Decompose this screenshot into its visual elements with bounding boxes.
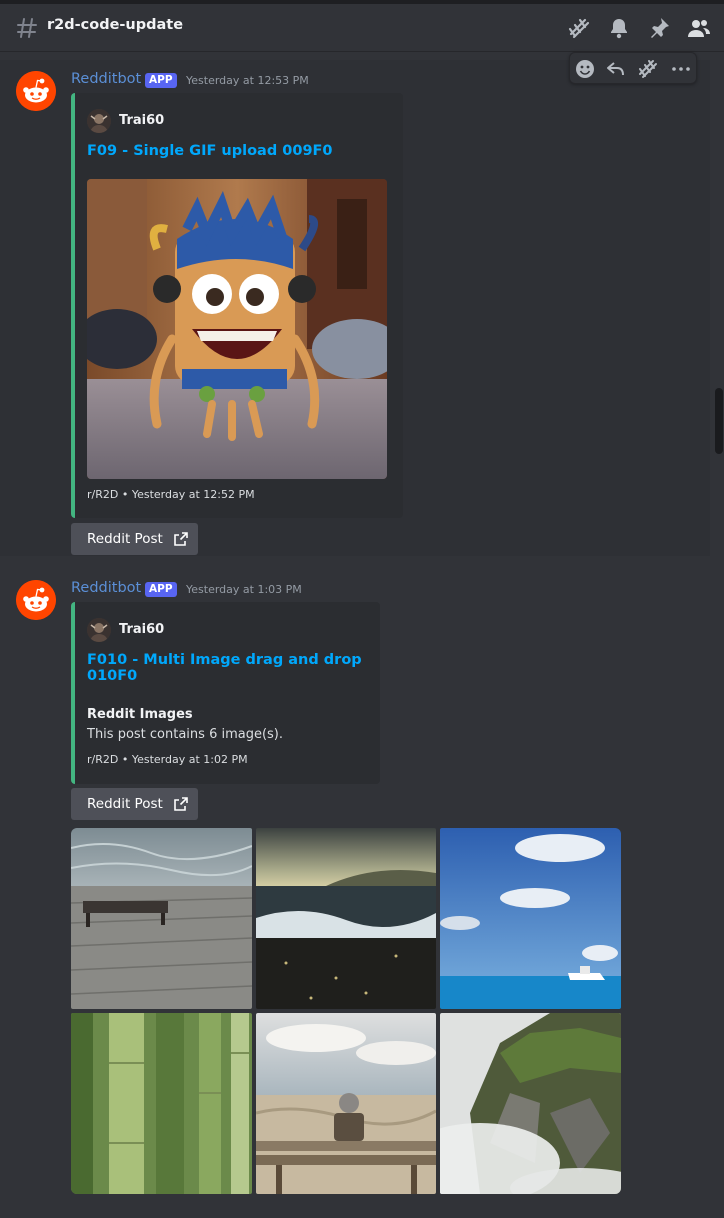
gallery-image-man-on-bench[interactable] (256, 1013, 436, 1194)
external-link-icon (174, 797, 188, 811)
message-actions-toolbar (569, 52, 697, 84)
embed-author-name[interactable]: Trai60 (119, 113, 164, 128)
embed-footer: r/R2D • Yesterday at 1:02 PM (87, 753, 248, 766)
app-badge: APP (145, 582, 177, 597)
threads-icon[interactable] (567, 16, 591, 40)
message-author[interactable]: Redditbot (71, 580, 141, 596)
reddit-post-button-label: Reddit Post (87, 796, 163, 812)
reddit-post-button-label: Reddit Post (87, 531, 163, 547)
avatar[interactable] (16, 71, 56, 111)
embed-author-name[interactable]: Trai60 (119, 622, 164, 637)
members-icon[interactable] (687, 16, 711, 40)
embed: Trai60 F010 - Multi Image drag and drop … (71, 602, 380, 784)
embed-author-avatar (87, 109, 111, 133)
reddit-post-button[interactable]: Reddit Post (71, 523, 198, 555)
channel-header: r2d-code-update (0, 4, 724, 52)
message-timestamp[interactable]: Yesterday at 12:53 PM (186, 74, 309, 87)
reddit-logo-icon (16, 71, 56, 111)
bell-icon[interactable] (607, 16, 631, 40)
reddit-logo-icon (16, 580, 56, 620)
create-thread-icon[interactable] (637, 58, 659, 80)
channel-name: r2d-code-update (47, 17, 184, 33)
reddit-post-button[interactable]: Reddit Post (71, 788, 198, 820)
message-author[interactable]: Redditbot (71, 71, 141, 87)
embed-gif-image[interactable] (87, 179, 387, 479)
hash-icon (16, 16, 38, 40)
embed-title-link[interactable]: F010 - Multi Image drag and drop 010F0 (87, 652, 380, 684)
avatar[interactable] (16, 580, 56, 620)
app-badge: APP (145, 73, 177, 88)
pin-icon[interactable] (647, 16, 671, 40)
embed-title-link[interactable]: F09 - Single GIF upload 009F0 (87, 143, 333, 159)
gallery-image-bamboo[interactable] (71, 1013, 252, 1194)
embed: Trai60 F09 - Single GIF upload 009F0 r/R… (71, 93, 403, 518)
gallery-image-foggy-cliff[interactable] (440, 1013, 621, 1194)
add-reaction-icon[interactable] (574, 58, 596, 80)
external-link-icon (174, 532, 188, 546)
embed-field-name: Reddit Images (87, 707, 193, 722)
gallery-image-blue-sky-boat[interactable] (440, 828, 621, 1009)
embed-author-avatar (87, 618, 111, 642)
embed-footer: r/R2D • Yesterday at 12:52 PM (87, 488, 255, 501)
embed-field-value: This post contains 6 image(s). (87, 727, 284, 742)
message-timestamp[interactable]: Yesterday at 1:03 PM (186, 583, 302, 596)
more-icon[interactable] (670, 58, 692, 80)
scrollbar-thumb[interactable] (715, 388, 723, 454)
reply-icon[interactable] (605, 58, 627, 80)
gallery-image-pier-bench[interactable] (71, 828, 252, 1009)
gallery-image-beach-waves[interactable] (256, 828, 436, 1009)
